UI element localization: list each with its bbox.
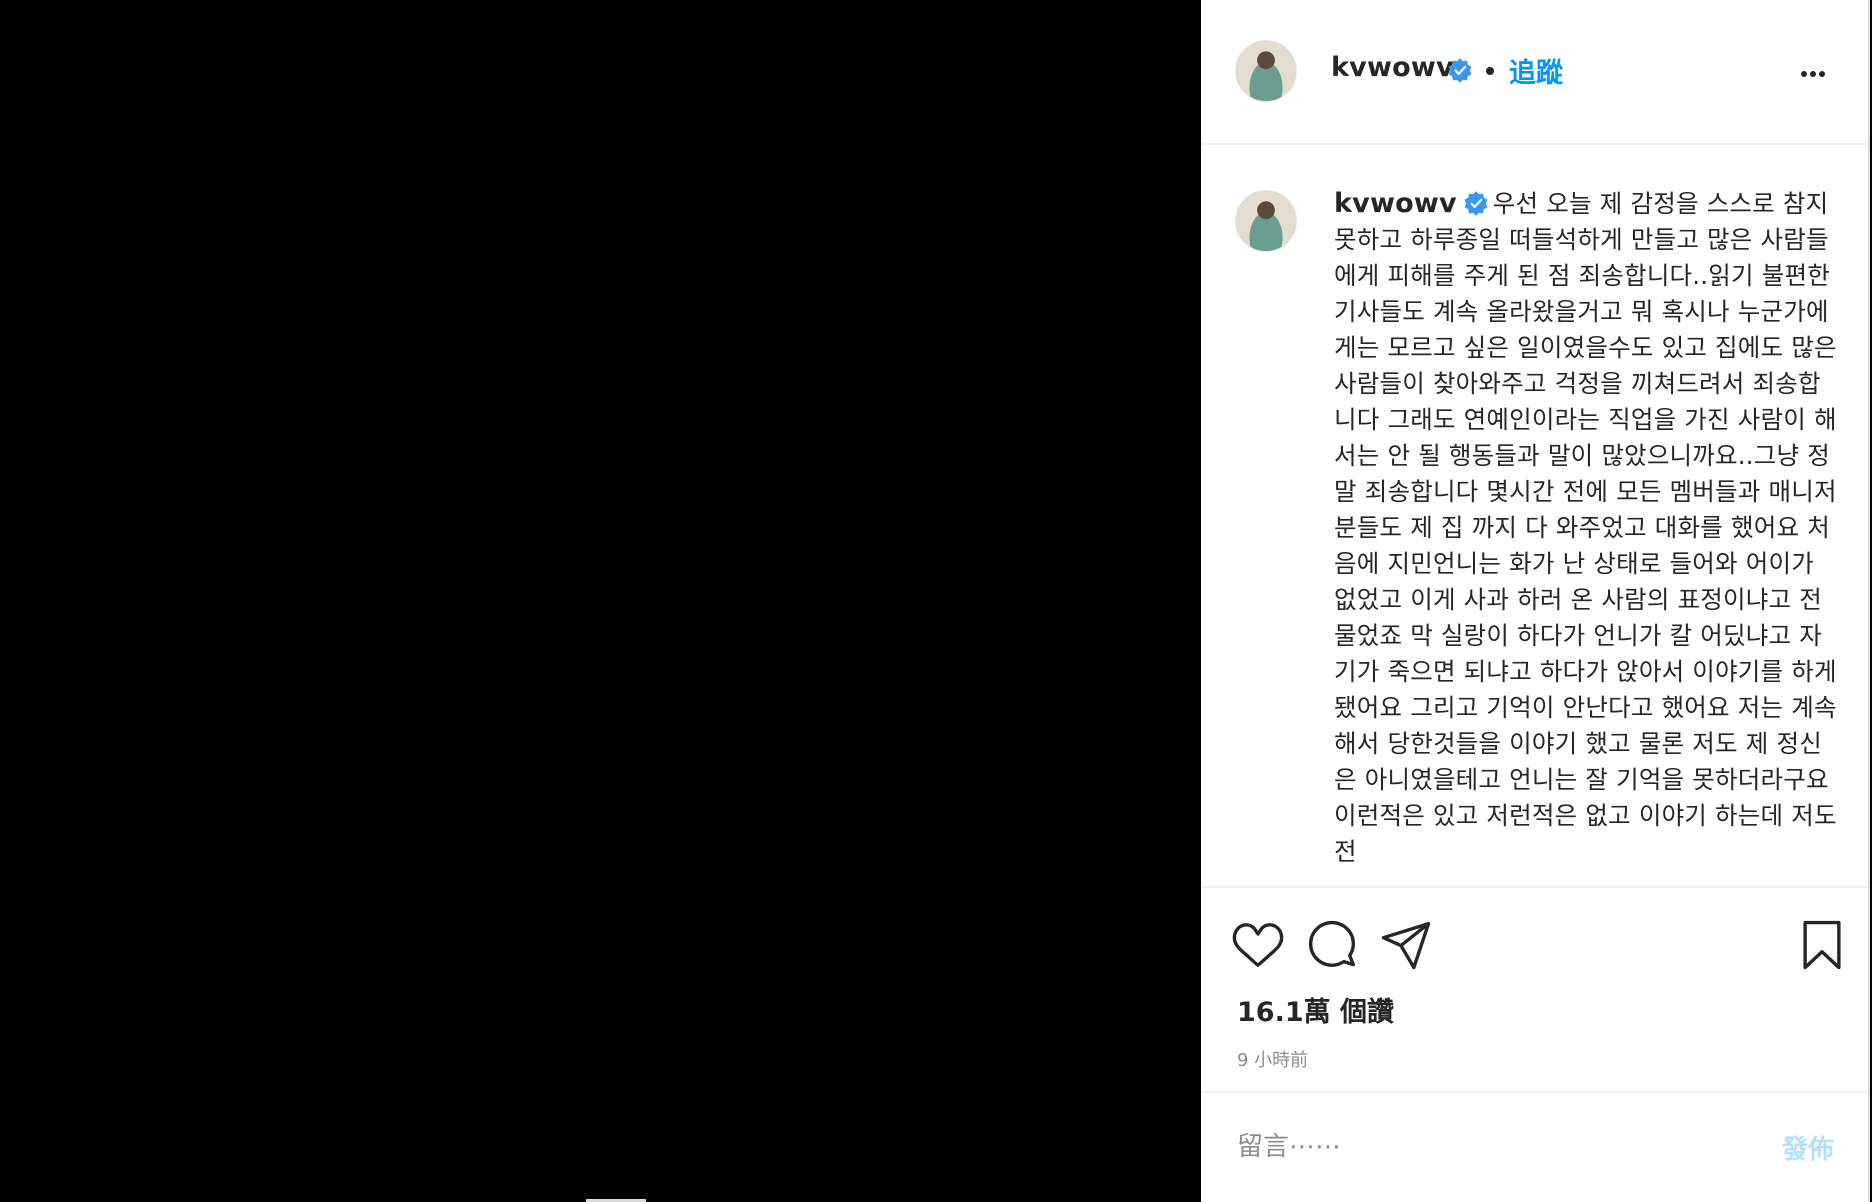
heart-icon[interactable] <box>1231 918 1285 972</box>
author-username[interactable]: kvwowv <box>1331 52 1454 83</box>
caption-author-avatar[interactable] <box>1235 190 1297 252</box>
likes-count[interactable]: 16.1萬 個讚 <box>1237 990 1394 1029</box>
post-comment-button[interactable]: 發佈 <box>1782 1129 1834 1166</box>
post-timestamp[interactable]: 9 小時前 <box>1237 1046 1308 1072</box>
instagram-post-modal: kvwowv 追蹤 kvwowv 우선 오늘 제 감정을 스스로 참지 못하고 … <box>0 0 1872 1202</box>
comments-area[interactable]: kvwowv 우선 오늘 제 감정을 스스로 참지 못하고 하루종일 떠들석하게… <box>1201 145 1868 885</box>
comment-input[interactable] <box>1235 1123 1719 1171</box>
comment-bubble-icon[interactable] <box>1305 918 1359 972</box>
post-caption: kvwowv 우선 오늘 제 감정을 스스로 참지 못하고 하루종일 떠들석하게… <box>1334 186 1842 870</box>
post-side-panel: kvwowv 追蹤 kvwowv 우선 오늘 제 감정을 스스로 참지 못하고 … <box>1201 0 1870 1202</box>
separator-dot <box>1486 67 1494 75</box>
add-comment-section: 發佈 <box>1201 1091 1868 1202</box>
paper-plane-icon[interactable] <box>1379 918 1433 972</box>
more-options-icon[interactable] <box>1801 62 1841 82</box>
caption-text: 우선 오늘 제 감정을 스스로 참지 못하고 하루종일 떠들석하게 만들고 많은… <box>1334 189 1837 866</box>
verified-icon <box>1464 191 1488 216</box>
verified-icon <box>1448 58 1472 83</box>
post-actions: 16.1萬 個讚 9 小時前 <box>1201 886 1868 1091</box>
post-media[interactable] <box>0 0 1201 1202</box>
author-avatar[interactable] <box>1235 40 1297 102</box>
caption-username[interactable]: kvwowv <box>1334 188 1457 219</box>
bookmark-icon[interactable] <box>1795 918 1849 972</box>
post-header: kvwowv 追蹤 <box>1201 0 1868 145</box>
follow-button[interactable]: 追蹤 <box>1509 51 1563 90</box>
